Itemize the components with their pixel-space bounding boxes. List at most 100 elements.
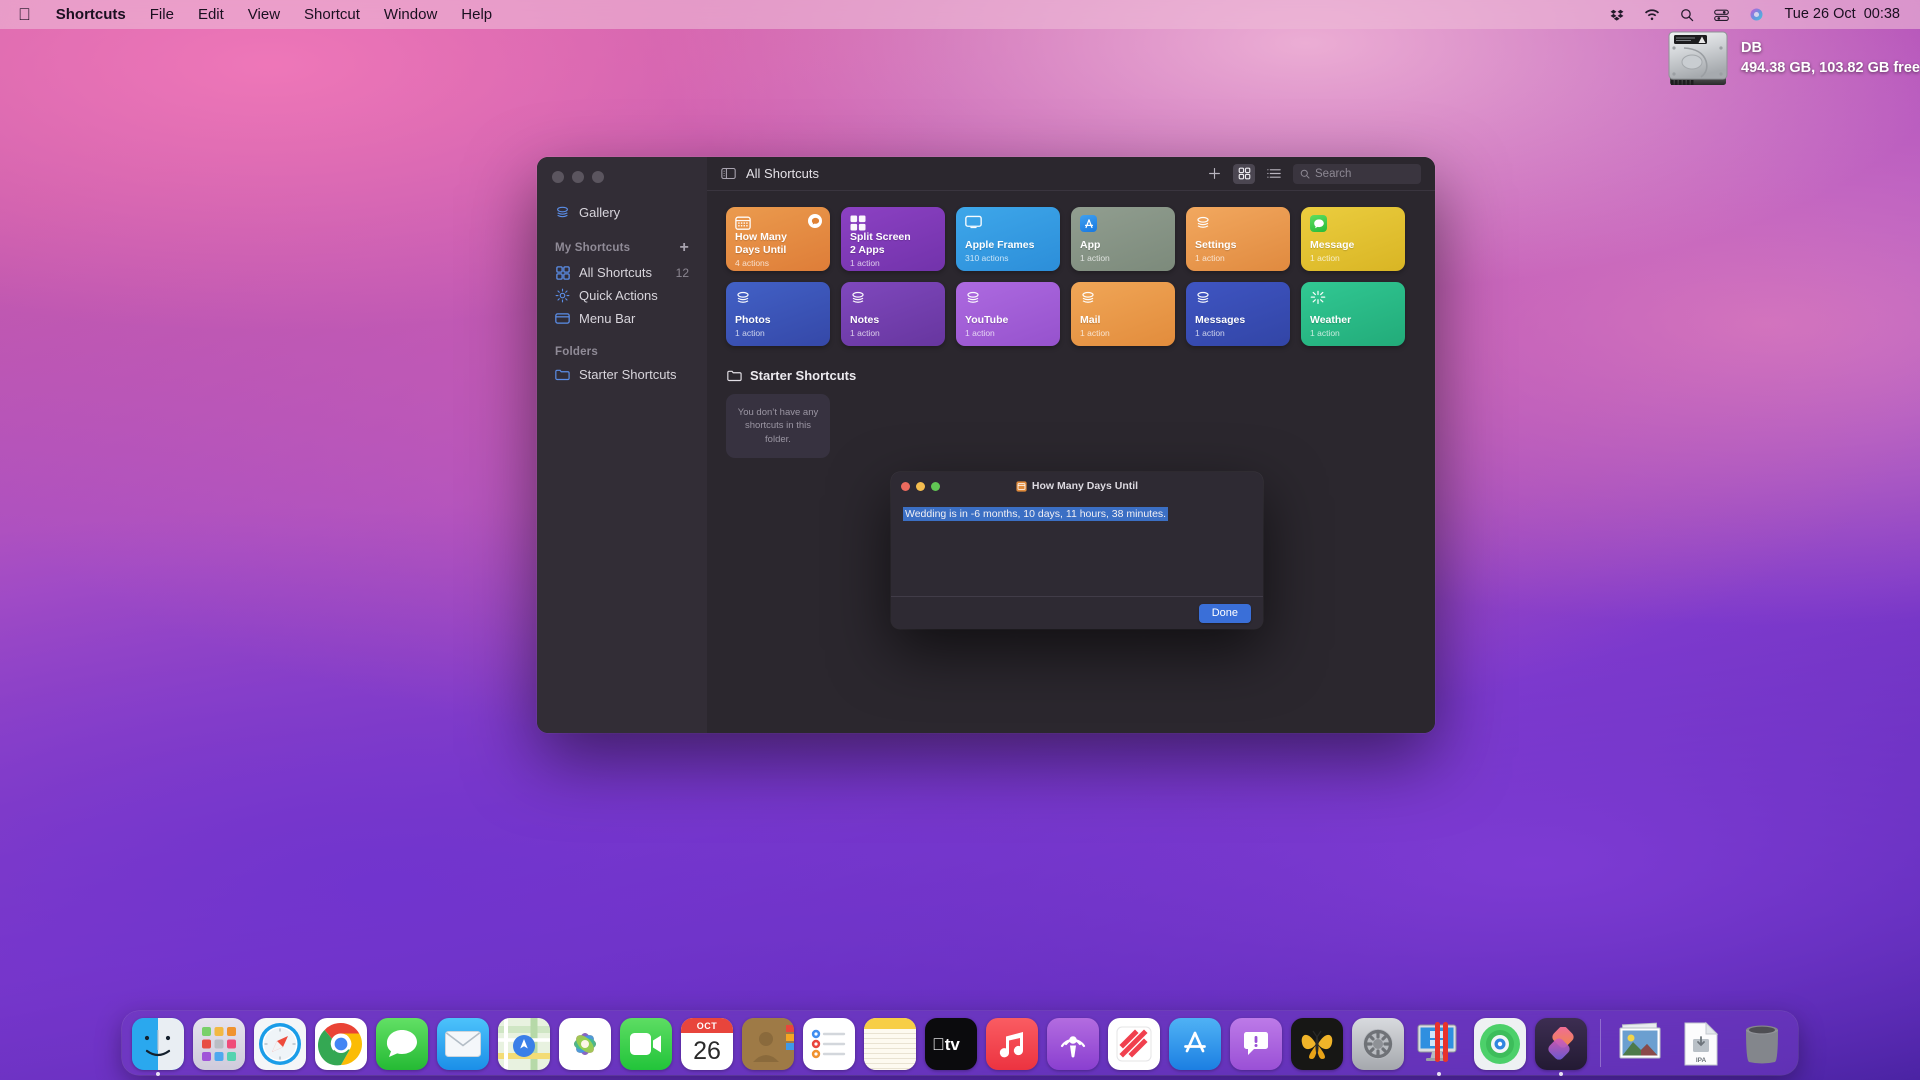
- dock-item-news[interactable]: [1108, 1018, 1160, 1070]
- dock-item-tv[interactable]: tv: [925, 1018, 977, 1070]
- menu-bar-status-items: Tue 26 Oct 00:38: [1600, 0, 1908, 29]
- svg-text:IPA: IPA: [1696, 1057, 1707, 1064]
- dock-item-safari[interactable]: [254, 1018, 306, 1070]
- dock-item-calendar[interactable]: OCT 26: [681, 1018, 733, 1070]
- trash-icon: [1736, 1018, 1788, 1070]
- add-shortcut-icon[interactable]: +: [679, 240, 689, 256]
- dock-item-shortcuts[interactable]: [1535, 1018, 1587, 1076]
- sidebar-item-label: Gallery: [579, 205, 621, 220]
- dock-item-photos[interactable]: [559, 1018, 611, 1070]
- dialog-zoom-button[interactable]: [931, 481, 940, 491]
- folder-icon: [727, 368, 742, 383]
- siri-icon[interactable]: [1739, 7, 1774, 22]
- close-button[interactable]: [552, 171, 564, 183]
- dock: OCT 26 tv: [122, 1011, 1798, 1076]
- dock-item-find-my[interactable]: [1474, 1018, 1526, 1070]
- dock-item-messages[interactable]: [376, 1018, 428, 1070]
- tile-text: Mail 1 action: [1080, 314, 1166, 338]
- tile-actions: 1 action: [735, 328, 765, 338]
- sidebar-item-all-shortcuts[interactable]: All Shortcuts 12: [547, 261, 697, 284]
- menu-item-window[interactable]: Window: [372, 0, 449, 29]
- calendar-icon: OCT 26: [681, 1018, 733, 1070]
- apple-logo-icon[interactable]: : [10, 0, 44, 29]
- dock-item-launchpad[interactable]: [193, 1018, 245, 1070]
- add-shortcut-button[interactable]: [1203, 164, 1225, 184]
- done-button[interactable]: Done: [1198, 603, 1251, 623]
- dock-item-system-preferences[interactable]: [1352, 1018, 1404, 1070]
- list-view-button[interactable]: [1263, 164, 1285, 184]
- dock-item-alert-app[interactable]: [1230, 1018, 1282, 1070]
- grid-view-button[interactable]: [1233, 163, 1255, 184]
- tile-actions: 1 action: [1310, 328, 1340, 338]
- dock-item-contacts[interactable]: [742, 1018, 794, 1070]
- dock-item-reminders[interactable]: [803, 1018, 855, 1070]
- hard-drive-icon: [1668, 31, 1728, 85]
- search-input[interactable]: Search: [1293, 163, 1421, 184]
- tile-text: App 1 action: [1080, 239, 1166, 263]
- grid-squares-icon: [850, 215, 866, 231]
- dock-item-trash[interactable]: [1736, 1018, 1788, 1070]
- menu-item-shortcuts[interactable]: Shortcuts: [44, 0, 138, 29]
- messages-app-icon: [1310, 215, 1327, 232]
- news-icon: [1108, 1018, 1160, 1070]
- sidebar-header-label: Folders: [555, 346, 598, 358]
- desktop-drive-icon[interactable]: DB 494.38 GB, 103.82 GB free: [1664, 28, 1920, 90]
- shortcut-tile[interactable]: How Many Days Until 4 actions: [726, 207, 830, 271]
- shortcut-tile[interactable]: Notes 1 action: [841, 282, 945, 346]
- main-panel: All Shortcuts Search How Many Days Until…: [707, 157, 1435, 733]
- dock-item-app-store[interactable]: [1169, 1018, 1221, 1070]
- dialog-close-button[interactable]: [901, 481, 910, 491]
- shortcut-tile[interactable]: Apple Frames 310 actions: [956, 207, 1060, 271]
- tile-name: Split Screen 2 Apps: [850, 231, 911, 256]
- control-center-icon[interactable]: [1704, 8, 1739, 22]
- dock-item-tower[interactable]: [1291, 1018, 1343, 1070]
- dock-item-chrome[interactable]: [315, 1018, 367, 1070]
- dock-item-pictures[interactable]: [1614, 1018, 1666, 1070]
- minimize-button[interactable]: [572, 171, 584, 183]
- menu-item-file[interactable]: File: [138, 0, 186, 29]
- sidebar-item-quick-actions[interactable]: Quick Actions: [547, 284, 697, 307]
- dock-item-ipa-file[interactable]: IPA: [1675, 1018, 1727, 1070]
- shortcut-tile[interactable]: App 1 action: [1071, 207, 1175, 271]
- stack-icon: [1080, 290, 1096, 306]
- wifi-icon[interactable]: [1634, 8, 1670, 22]
- shortcut-tile[interactable]: Weather 1 action: [1301, 282, 1405, 346]
- tile-name: Messages: [1195, 314, 1246, 327]
- dock-item-music[interactable]: [986, 1018, 1038, 1070]
- menu-item-edit[interactable]: Edit: [186, 0, 236, 29]
- dialog-message[interactable]: Wedding is in -6 months, 10 days, 11 hou…: [903, 507, 1169, 521]
- sidebar-toggle-icon[interactable]: [721, 166, 736, 181]
- dock-item-mail[interactable]: [437, 1018, 489, 1070]
- dock-item-podcasts[interactable]: [1047, 1018, 1099, 1070]
- search-icon[interactable]: [1670, 8, 1704, 22]
- sidebar-item-menu-bar[interactable]: Menu Bar: [547, 307, 697, 330]
- shortcuts-icon: [1535, 1018, 1587, 1070]
- facetime-icon: [620, 1018, 672, 1070]
- dropbox-icon[interactable]: [1600, 8, 1634, 22]
- sidebar-item-gallery[interactable]: Gallery: [547, 201, 697, 224]
- dock-item-notes[interactable]: [864, 1018, 916, 1070]
- sidebar-item-starter-shortcuts[interactable]: Starter Shortcuts: [547, 363, 697, 386]
- dock-item-maps[interactable]: [498, 1018, 550, 1070]
- menu-item-view[interactable]: View: [236, 0, 292, 29]
- dialog-minimize-button[interactable]: [916, 481, 925, 491]
- shortcut-tile[interactable]: Settings 1 action: [1186, 207, 1290, 271]
- menu-bar-clock[interactable]: Tue 26 Oct 00:38: [1774, 0, 1908, 29]
- shortcut-tile[interactable]: Message 1 action: [1301, 207, 1405, 271]
- stack-icon: [965, 290, 981, 306]
- sidebar-header-label: My Shortcuts: [555, 242, 631, 254]
- shortcut-tile[interactable]: Mail 1 action: [1071, 282, 1175, 346]
- shortcut-tile[interactable]: Photos 1 action: [726, 282, 830, 346]
- shortcut-tile[interactable]: Split Screen 2 Apps 1 action: [841, 207, 945, 271]
- dock-item-facetime[interactable]: [620, 1018, 672, 1070]
- zoom-button[interactable]: [592, 171, 604, 183]
- dock-item-parallels[interactable]: [1413, 1018, 1465, 1076]
- menu-item-help[interactable]: Help: [449, 0, 504, 29]
- tile-name: App: [1080, 239, 1101, 252]
- messages-icon: [376, 1018, 428, 1070]
- shortcut-tile[interactable]: YouTube 1 action: [956, 282, 1060, 346]
- menu-item-shortcut[interactable]: Shortcut: [292, 0, 372, 29]
- sidebar-item-label: Quick Actions: [579, 288, 658, 303]
- shortcut-tile[interactable]: Messages 1 action: [1186, 282, 1290, 346]
- dock-item-finder[interactable]: [132, 1018, 184, 1076]
